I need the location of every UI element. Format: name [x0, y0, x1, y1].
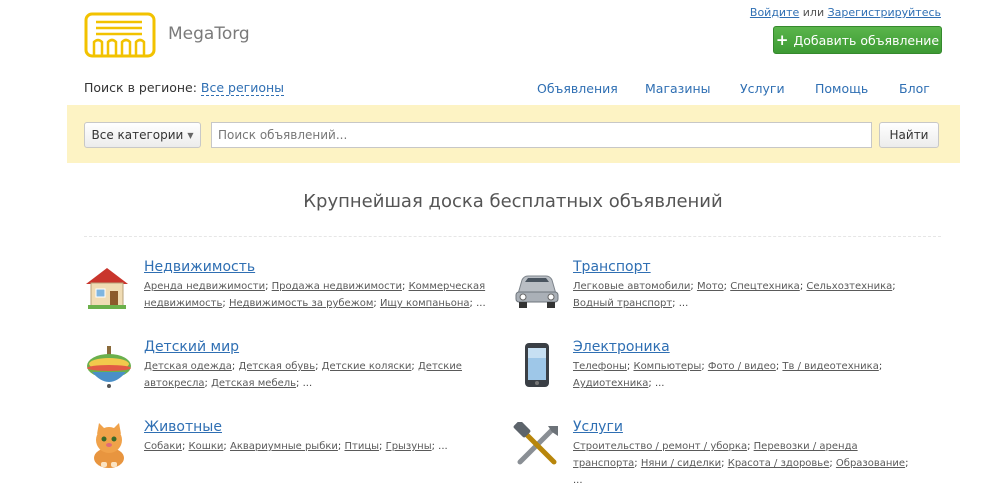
nav-help[interactable]: Помощь	[815, 81, 868, 96]
category-links-services: Строительство / ремонт / уборка; Перевоз…	[573, 441, 909, 486]
category-title-transport[interactable]: Транспорт	[573, 259, 651, 275]
region-selector: Поиск в регионе: Все регионы	[84, 80, 285, 96]
more-ellipsis: ...	[654, 378, 665, 389]
subcategory-link[interactable]: Компьютеры	[633, 361, 701, 372]
nav-services[interactable]: Услуги	[740, 81, 785, 96]
category-dropdown[interactable]: Все категории ▼	[84, 122, 201, 148]
subcategory-link[interactable]: Сельхозтехника	[806, 281, 892, 292]
subcategory-link[interactable]: Тв / видеотехника	[782, 361, 878, 372]
spinning-top-icon[interactable]	[84, 344, 134, 390]
more-ellipsis: ...	[476, 298, 486, 309]
category-links-animals: Собаки; Кошки; Аквариумные рыбки; Птицы;…	[144, 441, 448, 452]
search-input[interactable]	[211, 122, 872, 148]
plus-icon: +	[775, 30, 789, 49]
more-ellipsis: ...	[678, 298, 689, 309]
register-link[interactable]: Зарегистрируйтесь	[828, 6, 941, 19]
subcategory-link[interactable]: Продажа недвижимости	[272, 281, 402, 292]
subcategory-link[interactable]: Аренда недвижимости	[144, 281, 265, 292]
subcategory-link[interactable]: Детская обувь	[238, 361, 315, 372]
nav-blog[interactable]: Блог	[899, 81, 930, 96]
auth-links: Войдите или Зарегистрируйтесь	[750, 6, 941, 19]
region-link[interactable]: Все регионы	[200, 80, 285, 96]
subcategory-link[interactable]: Недвижимость за рубежом	[229, 298, 373, 309]
subcategory-link[interactable]: Птицы	[344, 441, 379, 452]
subcategory-link[interactable]: Легковые автомобили	[573, 281, 690, 292]
subcategory-link[interactable]: Кошки	[189, 441, 224, 452]
subcategory-link[interactable]: Аудиотехника	[573, 378, 648, 389]
category-title-services[interactable]: Услуги	[573, 419, 623, 435]
auth-or-text: или	[799, 6, 828, 19]
login-link[interactable]: Войдите	[750, 6, 799, 19]
house-icon[interactable]	[82, 264, 132, 310]
subcategory-link[interactable]: Фото / видео	[708, 361, 776, 372]
nav-shops[interactable]: Магазины	[645, 81, 711, 96]
search-button[interactable]: Найти	[879, 122, 939, 148]
subcategory-link[interactable]: Детская одежда	[144, 361, 232, 372]
subcategory-link[interactable]: Аквариумные рыбки	[230, 441, 338, 452]
region-label: Поиск в регионе:	[84, 80, 201, 95]
caret-down-icon: ▼	[187, 130, 194, 140]
megatorg-logo-icon[interactable]	[84, 12, 156, 58]
divider	[84, 236, 941, 237]
subcategory-link[interactable]: Красота / здоровье	[728, 458, 830, 469]
more-ellipsis: ...	[573, 475, 583, 486]
subcategory-link[interactable]: Телефоны	[573, 361, 627, 372]
more-ellipsis: ...	[438, 441, 448, 452]
category-title-kids[interactable]: Детский мир	[144, 339, 239, 355]
nav-listings[interactable]: Объявления	[537, 81, 618, 96]
site-name[interactable]: MegaTorg	[168, 24, 250, 44]
subcategory-link[interactable]: Грызуны	[386, 441, 432, 452]
subcategory-link[interactable]: Образование	[836, 458, 905, 469]
subcategory-link[interactable]: Спецтехника	[730, 281, 800, 292]
subcategory-link[interactable]: Детская мебель	[211, 378, 296, 389]
page-headline: Крупнейшая доска бесплатных объявлений	[303, 191, 723, 212]
category-title-animals[interactable]: Животные	[144, 419, 222, 435]
subcategory-link[interactable]: Ищу компаньона	[380, 298, 470, 309]
subcategory-link[interactable]: Детские коляски	[322, 361, 412, 372]
category-title-electronics[interactable]: Электроника	[573, 339, 670, 355]
smartphone-icon[interactable]	[512, 342, 562, 388]
category-links-transport: Легковые автомобили; Мото; Спецтехника; …	[573, 281, 896, 309]
subcategory-link[interactable]: Строительство / ремонт / уборка	[573, 441, 747, 452]
subcategory-link[interactable]: Няни / сиделки	[641, 458, 721, 469]
subcategory-link[interactable]: Собаки	[144, 441, 182, 452]
add-listing-button[interactable]: + Добавить объявление	[773, 26, 942, 54]
category-title-real-estate[interactable]: Недвижимость	[144, 259, 255, 275]
add-listing-label: Добавить объявление	[793, 32, 940, 48]
car-icon[interactable]	[512, 264, 562, 310]
category-dropdown-label: Все категории	[91, 128, 184, 142]
search-bar: Все категории ▼ Найти	[67, 105, 960, 163]
subcategory-link[interactable]: Водный транспорт	[573, 298, 672, 309]
category-links-electronics: Телефоны; Компьютеры; Фото / видео; Тв /…	[573, 361, 883, 389]
category-links-kids: Детская одежда; Детская обувь; Детские к…	[144, 361, 462, 389]
subcategory-link[interactable]: Мото	[697, 281, 724, 292]
more-ellipsis: ...	[302, 378, 313, 389]
kitten-icon[interactable]	[84, 422, 134, 468]
category-links-real-estate: Аренда недвижимости; Продажа недвижимост…	[144, 281, 486, 309]
tools-icon[interactable]	[512, 422, 562, 468]
